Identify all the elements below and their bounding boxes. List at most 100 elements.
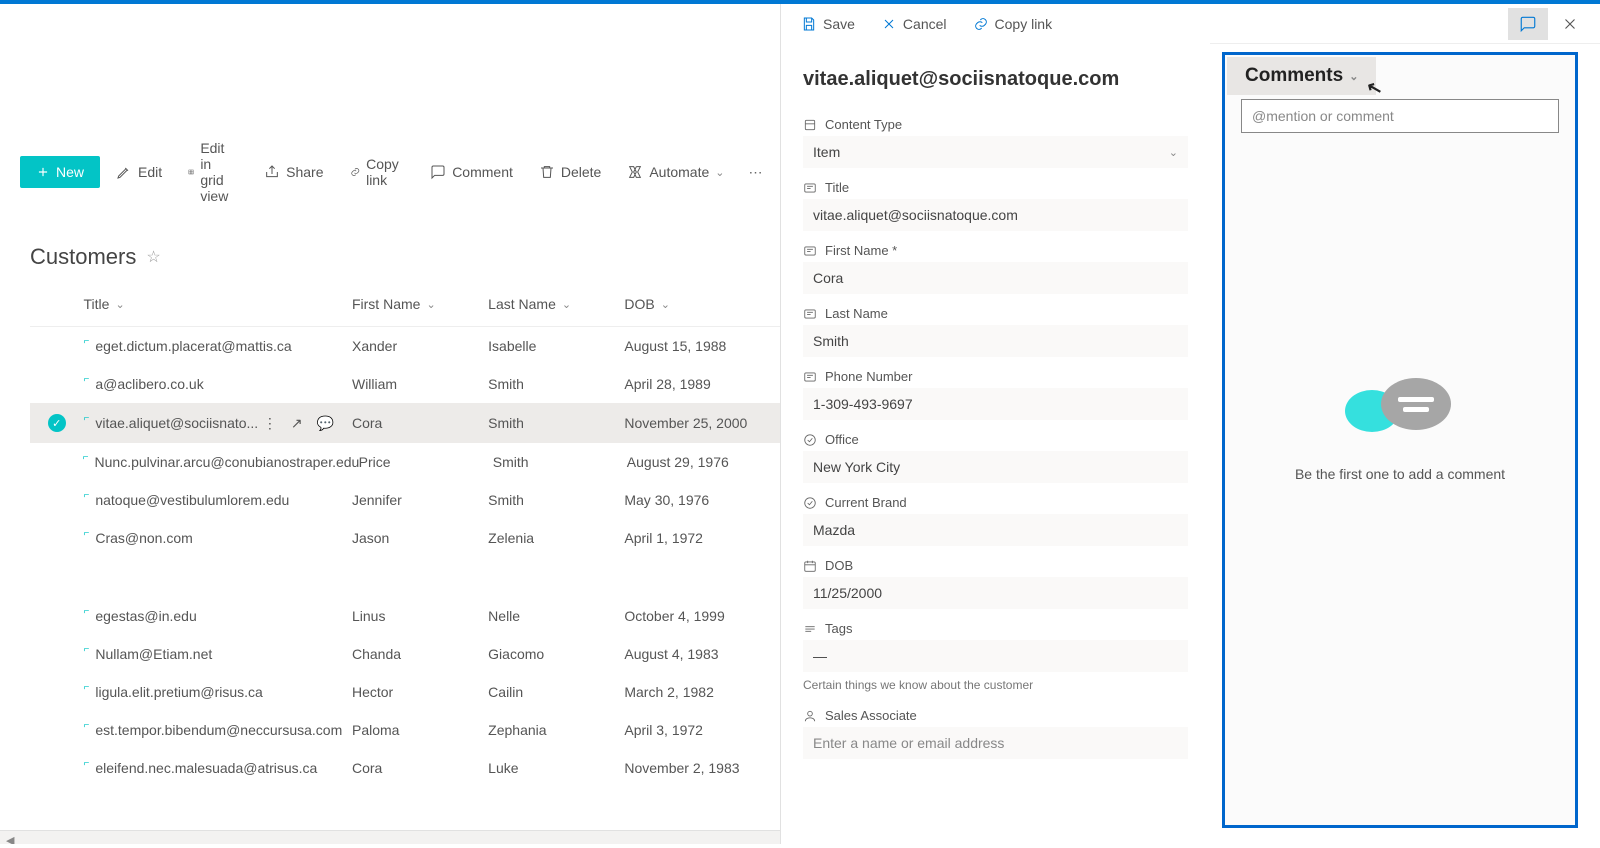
edit-button[interactable]: Edit [106, 158, 172, 186]
comment-button[interactable]: Comment [420, 158, 523, 186]
tile-icon [803, 118, 817, 132]
row-comment-icon[interactable]: 💬 [317, 415, 334, 432]
cell-title: ligula.elit.pretium@risus.ca [95, 684, 263, 700]
table-row[interactable]: ⌐a@aclibero.co.ukWilliamSmithApril 28, 1… [30, 365, 780, 403]
tags-label: Tags [803, 621, 1188, 636]
more-button[interactable]: ⋯ [741, 160, 771, 185]
text-icon [803, 181, 817, 195]
office-field[interactable]: New York City [803, 451, 1188, 483]
table-row[interactable]: ⌐ ligula.elit.pretium@risus.ca HectorCaili… [30, 673, 780, 711]
cell-dob: April 28, 1989 [624, 376, 780, 392]
cell-first-name: Cora [352, 415, 488, 431]
cell-last-name: Smith [488, 415, 624, 431]
cell-title: vitae.aliquet@sociisnato... [95, 415, 258, 431]
text-icon [803, 307, 817, 321]
col-first-name[interactable]: First Name⌄ [352, 296, 488, 312]
comments-header[interactable]: Comments ⌄ ↖ [1227, 57, 1376, 95]
main-pane: New Edit Edit in grid view Share Copy li… [0, 4, 780, 844]
row-more-icon[interactable]: ⋮ [263, 415, 277, 432]
favorite-star-icon[interactable]: ☆ [146, 247, 160, 267]
cell-first-name: Cora [352, 760, 488, 776]
share-button[interactable]: Share [254, 158, 333, 186]
link-badge-icon: ⌐ [84, 336, 90, 347]
cell-dob: May 30, 1976 [624, 492, 780, 508]
comments-empty-icon [1345, 376, 1455, 436]
table-row[interactable]: ⌐egestas@in.eduLinusNelleOctober 4, 1999 [30, 597, 780, 635]
cell-last-name: Luke [488, 760, 624, 776]
close-panel-button[interactable] [1550, 8, 1590, 40]
link-badge-icon: ⌐ [83, 452, 89, 463]
cell-title: egestas@in.edu [95, 608, 196, 624]
last-name-field[interactable]: Smith [803, 325, 1188, 357]
comment-input[interactable]: @mention or comment [1241, 99, 1559, 133]
phone-label: Phone Number [803, 369, 1188, 384]
first-name-field[interactable]: Cora [803, 262, 1188, 294]
cell-last-name: Giacomo [488, 646, 624, 662]
comments-pane: Comments ⌄ ↖ @mention or comment Be the … [1210, 4, 1600, 844]
comments-empty-state: Be the first one to add a comment [1225, 133, 1575, 825]
cell-first-name: Jennifer [352, 492, 488, 508]
brand-label: Current Brand [803, 495, 1188, 510]
new-button[interactable]: New [20, 156, 100, 188]
link-badge-icon: ⌐ [84, 758, 90, 769]
table-row[interactable]: ⌐Nunc.pulvinar.arcu@conubianostraper.edu… [30, 443, 780, 481]
link-icon [350, 164, 361, 180]
col-last-name[interactable]: Last Name⌄ [488, 296, 624, 312]
copy-link-button-detail[interactable]: Copy link [963, 12, 1063, 36]
table-row[interactable]: ⌐Nullam@Etiam.netChandaGiacomoAugust 4, … [30, 635, 780, 673]
tags-description: Certain things we know about the custome… [803, 678, 1188, 692]
table-header: Title⌄ First Name⌄ Last Name⌄ DOB⌄ [30, 280, 780, 327]
copy-link-button[interactable]: Copy link [340, 150, 415, 194]
list-title-row: Customers ☆ [0, 220, 780, 280]
selected-check-icon[interactable]: ✓ [48, 414, 66, 432]
sales-associate-field[interactable]: Enter a name or email address [803, 727, 1188, 759]
table-row[interactable]: ⌐natoque@vestibulumlorem.eduJenniferSmit… [30, 481, 780, 519]
brand-field[interactable]: Mazda [803, 514, 1188, 546]
list-toolbar: New Edit Edit in grid view Share Copy li… [0, 124, 780, 220]
automate-button[interactable]: Automate ⌄ [617, 158, 734, 186]
share-icon [264, 164, 280, 180]
detail-body: vitae.aliquet@sociisnatoque.com Content … [781, 44, 1210, 799]
cell-first-name: Paloma [352, 722, 488, 738]
close-icon [881, 16, 897, 32]
table-row[interactable]: ⌐Cras@non.comJasonZeleniaApril 1, 1972 [30, 519, 780, 557]
detail-title: vitae.aliquet@sociisnatoque.com [803, 68, 1188, 91]
flow-icon [627, 164, 643, 180]
link-badge-icon: ⌐ [84, 413, 90, 424]
grid-view-button[interactable]: Edit in grid view [178, 134, 248, 210]
cell-first-name: Hector [352, 684, 488, 700]
link-badge-icon: ⌐ [84, 682, 90, 693]
cell-title: est.tempor.bibendum@neccursusa.com [95, 722, 342, 738]
table-row[interactable]: ⌐eleifend.nec.malesuada@atrisus.caCoraLu… [30, 749, 780, 787]
row-share-icon[interactable]: ↗ [291, 415, 303, 432]
phone-field[interactable]: 1-309-493-9697 [803, 388, 1188, 420]
col-title[interactable]: Title⌄ [84, 296, 352, 312]
dob-field[interactable]: 11/25/2000 [803, 577, 1188, 609]
horizontal-scrollbar[interactable]: ◀ [0, 830, 780, 844]
toggle-comments-button[interactable] [1508, 8, 1548, 40]
tags-field[interactable]: — [803, 640, 1188, 672]
detail-toolbar: Save Cancel Copy link [781, 4, 1210, 44]
person-icon [803, 709, 817, 723]
dob-label: DOB [803, 558, 1188, 573]
scroll-left-icon[interactable]: ◀ [0, 835, 20, 844]
table-row[interactable]: ✓ ⌐ vitae.aliquet@sociisnato... ⋮ ↗ 💬 CoraSmit… [30, 403, 780, 443]
pencil-icon [116, 164, 132, 180]
save-button[interactable]: Save [791, 12, 865, 36]
cell-last-name: Smith [488, 492, 624, 508]
cell-dob: March 2, 1982 [624, 684, 780, 700]
text-icon [803, 244, 817, 258]
cell-last-name: Cailin [488, 684, 624, 700]
delete-button[interactable]: Delete [529, 158, 611, 186]
detail-pane: Save Cancel Copy link vitae.aliquet@soci… [780, 4, 1210, 844]
cell-dob: November 25, 2000 [624, 415, 780, 431]
table-row[interactable]: ⌐eget.dictum.placerat@mattis.caXanderIsa… [30, 327, 780, 365]
col-dob[interactable]: DOB⌄ [624, 296, 780, 312]
link-badge-icon: ⌐ [84, 374, 90, 385]
title-field[interactable]: vitae.aliquet@sociisnatoque.com [803, 199, 1188, 231]
cell-first-name: Jason [352, 530, 488, 546]
comments-panel: Comments ⌄ ↖ @mention or comment Be the … [1222, 52, 1578, 828]
content-type-select[interactable]: Item ⌄ [803, 136, 1188, 168]
cancel-button[interactable]: Cancel [871, 12, 957, 36]
table-row[interactable]: ⌐est.tempor.bibendum@neccursusa.comPalom… [30, 711, 780, 749]
